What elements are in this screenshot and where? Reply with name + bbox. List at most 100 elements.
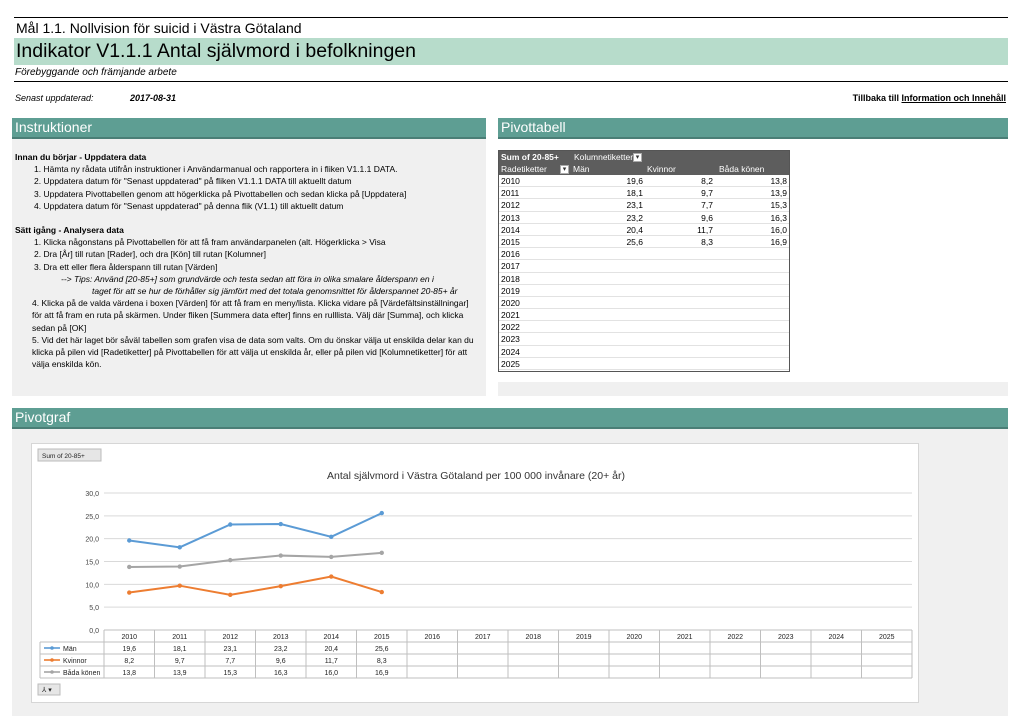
x-tick-label: 2016 [424,634,440,641]
pivot-row-year: 2013 [501,212,520,223]
data-point [228,522,233,527]
pivot-row-year: 2022 [501,322,520,333]
y-tick-label: 0,0 [89,628,99,635]
pivot-sum-label: Sum of 20-85+ [501,152,559,162]
pivot-row: 2025 [499,358,789,370]
pivot-col-header-bada: Båda könen [719,164,765,174]
x-tick-label: 2021 [677,634,693,641]
instruction-line: 1. Klicka någonstans på Pivottabellen fö… [34,237,386,248]
instructions-heading-analyse: Sätt igång - Analysera data [15,225,124,236]
pivot-row-year: 2015 [501,236,520,247]
data-point [228,557,233,563]
data-point [177,583,182,588]
pivot-cell: 15,3 [770,200,787,211]
back-navigation: Tillbaka till Information och Innehåll [853,93,1006,103]
field-button-label[interactable]: Sum of 20-85+ [42,453,85,460]
pivot-row-year: 2021 [501,310,520,321]
pivotgraf-header: Pivotgraf [12,408,1008,429]
data-label: 20,4 [324,646,338,653]
pivot-cell: 20,4 [626,224,643,235]
pivot-row: 2023 [499,333,789,346]
pivot-cell: 9,6 [701,212,713,223]
instruction-line: 2. Dra [År] till rutan [Rader], och dra … [34,249,266,260]
legend-label: Båda könen [63,669,100,677]
pivot-row-year: 2017 [501,261,520,272]
data-label: 13,8 [122,670,136,677]
data-label: 11,7 [325,658,338,665]
pivot-column-label: Kolumnetiketter [574,152,634,162]
pivot-table[interactable]: Sum of 20-85+ Kolumnetiketter ▾ Radetike… [498,150,790,372]
pivot-cell: 23,2 [626,212,643,223]
instruction-line: 2. Uppdatera datum för "Senast uppdatera… [34,176,352,187]
indicator-title: Indikator V1.1.1 Antal självmord i befol… [16,40,416,62]
pivot-cell: 25,6 [626,236,643,247]
pivot-cell: 13,8 [770,176,787,186]
x-tick-label: 2018 [525,634,541,641]
pivot-cell: 16,9 [770,236,787,247]
pivot-cell: 7,7 [701,200,713,211]
data-point [278,583,283,589]
pivot-row: 2021 [499,309,789,322]
data-label: 16,9 [375,670,389,677]
back-link[interactable]: Information och Innehåll [901,93,1006,103]
pivot-row-label: Radetiketter [501,164,547,174]
data-point [329,534,334,540]
data-point [329,554,334,560]
series-line [129,551,382,568]
instruction-line: 3. Dra ett eller flera ålderspann till r… [34,261,218,272]
pivot-cell: 16,0 [770,224,787,235]
pivot-cell: 9,7 [701,188,713,199]
pivot-row: 2014 20,4 11,7 16,0 [499,224,789,236]
pivot-cell: 18,1 [626,188,643,199]
indicator-band: Indikator V1.1.1 Antal självmord i befol… [14,38,1008,65]
pivot-row-year: 2025 [501,358,520,369]
data-point [329,574,334,579]
pivot-row: 2010 19,6 8,2 13,8 [499,175,789,188]
instruction-paragraph: 4. Klicka på de valda värdena i boxen [V… [32,298,469,333]
pivot-row: 2018 [499,273,789,285]
data-label: 13,9 [173,670,187,677]
pivot-cell: 16,3 [770,212,787,223]
instruction-paragraph: 5. Vid det här laget bör såväl tabellen … [32,334,474,370]
pivot-row: 2013 23,2 9,6 16,3 [499,212,789,224]
x-tick-label: 2025 [879,634,895,641]
row-filter-dropdown-icon[interactable]: ▾ [560,165,569,174]
pivot-table-header: Sum of 20-85+ Kolumnetiketter ▾ Radetike… [499,151,789,175]
series-line [129,575,383,596]
legend-label: Kvinnor [63,658,87,665]
series-line [129,512,383,549]
x-tick-label: 2020 [626,634,642,641]
column-filter-dropdown-icon[interactable]: ▾ [633,153,642,162]
data-point [177,564,182,569]
instruction-tip: --> Tips: Använd [20-85+] som grundvärde… [61,273,434,284]
page-subtitle: Förebyggande och främjande arbete [15,67,177,78]
data-point [379,550,384,556]
pivot-cell: 8,3 [701,236,713,247]
legend-marker [50,658,54,662]
instructions-heading-update: Innan du börjar - Uppdatera data [15,152,147,162]
pivot-cell: 19,6 [626,176,643,186]
pivot-cell: 13,9 [770,188,787,199]
data-point [228,592,233,598]
data-label: 19,6 [122,646,136,653]
instruction-line: 1. Hämta ny rådata utifrån instruktioner… [34,164,398,175]
updated-label: Senast uppdaterad: [15,93,94,103]
data-label: 7,7 [225,658,235,665]
x-tick-label: 2024 [828,634,844,641]
pivot-row-year: 2018 [501,273,520,284]
x-tick-label: 2015 [374,634,390,641]
data-label: 23,1 [223,646,237,653]
data-label: 25,6 [375,646,389,653]
data-label: 8,3 [377,658,387,665]
data-label: 16,3 [274,670,288,677]
data-point [278,553,283,558]
pivot-col-header-kvinnor: Kvinnor [647,164,676,174]
top-rule [14,17,1008,18]
chart-svg: Sum of 20-85+ Antal självmord i Västra Gö… [37,448,913,696]
x-tick-label: 2013 [273,634,289,641]
x-tick-label: 2019 [576,634,592,641]
instruction-line: 4. Uppdatera datum för "Senast uppdatera… [34,200,344,211]
x-tick-label: 2014 [323,634,339,641]
pivot-chart[interactable]: Sum of 20-85+ Antal självmord i Västra Gö… [31,443,919,703]
pivot-row: 2011 18,1 9,7 13,9 [499,187,789,200]
